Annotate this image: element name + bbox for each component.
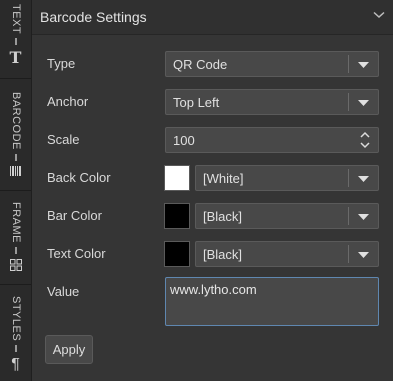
stepper-arrows-icon[interactable] (359, 131, 371, 149)
type-value: QR Code (173, 57, 228, 72)
dropdown-separator (348, 55, 349, 73)
type-label: Type (47, 56, 76, 71)
dropdown-separator (348, 169, 349, 187)
text-color-label: Text Color (47, 246, 106, 261)
chevron-down-icon[interactable] (373, 11, 385, 19)
anchor-row: Anchor Top Left (32, 89, 393, 115)
side-tab-bar: TEXT T BARCODE FRAME STYLES ¶ (0, 0, 32, 381)
dropdown-separator (348, 93, 349, 111)
bar-color-row: Bar Color [Black] (32, 203, 393, 229)
scale-row: Scale 100 (32, 127, 393, 153)
dropdown-separator (348, 207, 349, 225)
type-row: Type QR Code (32, 51, 393, 77)
tab-frame[interactable]: FRAME (0, 202, 31, 271)
back-color-swatch[interactable] (164, 165, 190, 191)
text-t-icon: T (9, 48, 22, 68)
text-color-value: [Black] (203, 247, 243, 262)
tab-frame-divider (14, 247, 17, 254)
tab-separator (0, 284, 31, 285)
apply-button[interactable]: Apply (45, 335, 93, 364)
bar-color-value: [Black] (203, 209, 243, 224)
bar-color-label: Bar Color (47, 208, 102, 223)
bar-color-select[interactable]: [Black] (195, 203, 379, 229)
dropdown-arrow-icon[interactable] (358, 176, 369, 182)
frame-grid-icon (9, 259, 22, 271)
type-select[interactable]: QR Code (165, 51, 379, 77)
tab-separator (0, 190, 31, 191)
text-color-swatch[interactable] (164, 241, 190, 267)
anchor-label: Anchor (47, 94, 89, 109)
tab-barcode-label: BARCODE (10, 92, 22, 150)
tab-barcode[interactable]: BARCODE (0, 92, 31, 176)
anchor-select[interactable]: Top Left (165, 89, 379, 115)
barcode-icon (9, 165, 21, 176)
back-color-value: [White] (203, 171, 244, 186)
bar-color-swatch[interactable] (164, 203, 190, 229)
dropdown-arrow-icon[interactable] (358, 100, 369, 106)
tab-separator (0, 78, 31, 79)
tab-styles[interactable]: STYLES ¶ (0, 296, 31, 373)
tab-frame-label: FRAME (10, 202, 22, 243)
back-color-row: Back Color [White] (32, 165, 393, 191)
tab-text-divider (14, 38, 17, 46)
pilcrow-icon: ¶ (11, 356, 20, 374)
tab-styles-divider (14, 345, 17, 353)
panel-header[interactable]: Barcode Settings (32, 0, 393, 35)
scale-value: 100 (173, 133, 195, 148)
text-color-select[interactable]: [Black] (195, 241, 379, 267)
panel-title: Barcode Settings (40, 9, 147, 25)
tab-barcode-divider (14, 153, 17, 161)
back-color-select[interactable]: [White] (195, 165, 379, 191)
dropdown-arrow-icon[interactable] (358, 214, 369, 220)
scale-label: Scale (47, 132, 80, 147)
tab-text[interactable]: TEXT T (0, 4, 31, 66)
dropdown-arrow-icon[interactable] (358, 252, 369, 258)
dropdown-arrow-icon[interactable] (358, 62, 369, 68)
text-color-row: Text Color [Black] (32, 241, 393, 267)
anchor-value: Top Left (173, 95, 220, 110)
dropdown-separator (348, 245, 349, 263)
tab-text-label: TEXT (10, 4, 22, 35)
back-color-label: Back Color (47, 170, 111, 185)
scale-stepper[interactable]: 100 (165, 127, 379, 153)
tab-styles-label: STYLES (10, 296, 22, 342)
barcode-settings-panel: Barcode Settings Type QR Code Anchor Top… (32, 0, 393, 381)
value-label: Value (47, 284, 80, 299)
value-textarea[interactable]: www.lytho.com (165, 277, 379, 326)
value-text: www.lytho.com (170, 282, 257, 297)
